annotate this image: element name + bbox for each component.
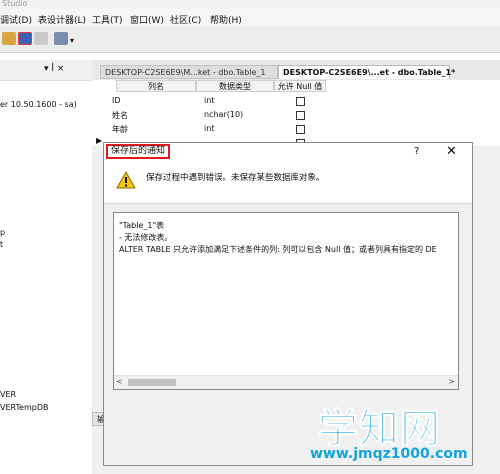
dialog-message-area: 保存过程中遇到错误。未保存某些数据库对象。 (104, 161, 472, 204)
save-all-icon[interactable] (34, 32, 48, 45)
document-tabs: DESKTOP-C2SE6E9\M...ket - dbo.Table_1 DE… (92, 60, 500, 81)
toolbar: ▾ (0, 27, 500, 53)
scroll-thumb[interactable] (128, 379, 176, 386)
nullable-checkbox[interactable] (296, 111, 305, 120)
tree-item[interactable]: VER (0, 390, 16, 399)
row-type[interactable]: int (204, 124, 214, 133)
nullable-checkbox[interactable] (296, 125, 305, 134)
row-name[interactable]: 年龄 (112, 124, 128, 135)
tab-table1-active[interactable]: DESKTOP-C2SE6E9\...et - dbo.Table_1* (278, 65, 455, 79)
menu-community[interactable]: 社区(C) (170, 13, 201, 26)
error-details-box[interactable]: "Table_1"表 - 无法修改表。 ALTER TABLE 只允许添加满足下… (113, 212, 459, 390)
row-selector-arrow-icon: ▶ (96, 136, 103, 145)
menu-window[interactable]: 窗口(W) (130, 13, 164, 26)
window-title: Studio (2, 0, 28, 8)
explorer-header: ▾ ꟾ × (0, 60, 92, 81)
row-type[interactable]: int (204, 96, 214, 105)
table-designer-icon[interactable] (54, 32, 68, 45)
dialog-message: 保存过程中遇到错误。未保存某些数据库对象。 (146, 173, 325, 183)
detail-line: - 无法修改表。 (119, 233, 173, 242)
menu-table-designer[interactable]: 表设计器(L) (38, 13, 86, 26)
column-header-name: 列名 (116, 80, 196, 92)
column-header-nullable: 允许 Null 值 (274, 80, 326, 92)
scroll-left-icon[interactable]: < (116, 377, 123, 386)
tab-table1-market[interactable]: DESKTOP-C2SE6E9\M...ket - dbo.Table_1 (100, 65, 278, 79)
window-title-bar: Studio (0, 0, 500, 9)
row-type[interactable]: nchar(10) (204, 110, 243, 119)
column-header-type: 数据类型 (196, 80, 274, 92)
tree-item[interactable]: t (0, 240, 3, 249)
open-folder-icon[interactable] (2, 32, 16, 45)
chevron-down-icon[interactable]: ▾ (70, 36, 74, 45)
close-button[interactable]: ✕ (446, 144, 457, 159)
server-node[interactable]: er 10.50.1600 - sa) (0, 100, 77, 109)
dialog-title-bar: 保存后的通知 ? ✕ (104, 143, 472, 161)
menu-debug[interactable]: 调试(D) (0, 13, 32, 26)
help-button[interactable]: ? (414, 146, 419, 157)
menu-help[interactable]: 帮助(H) (210, 13, 242, 26)
row-name[interactable]: ID (112, 96, 121, 105)
watermark-url: www.jmqz1000.com (310, 446, 468, 462)
detail-line: "Table_1"表 (119, 221, 165, 230)
detail-line: ALTER TABLE 只允许添加满足下述条件的列: 列可以包含 Null 值；… (119, 245, 437, 254)
row-name[interactable]: 姓名 (112, 110, 128, 121)
nullable-checkbox[interactable] (296, 97, 305, 106)
tree-item[interactable]: VERTempDB (0, 403, 48, 412)
object-explorer: er 10.50.1600 - sa) p t VER VERTempDB (0, 60, 93, 474)
horizontal-scrollbar[interactable]: < > (114, 375, 458, 389)
warning-icon (116, 170, 136, 192)
pin-controls[interactable]: ▾ ꟾ × (44, 64, 64, 74)
dialog-title: 保存后的通知 (106, 144, 171, 159)
save-icon[interactable] (18, 32, 32, 45)
scroll-right-icon[interactable]: > (448, 377, 455, 386)
tree-item[interactable]: p (0, 228, 5, 237)
menu-tools[interactable]: 工具(T) (92, 13, 123, 26)
menu-bar: 调试(D) 表设计器(L) 工具(T) 窗口(W) 社区(C) 帮助(H) (0, 9, 500, 27)
